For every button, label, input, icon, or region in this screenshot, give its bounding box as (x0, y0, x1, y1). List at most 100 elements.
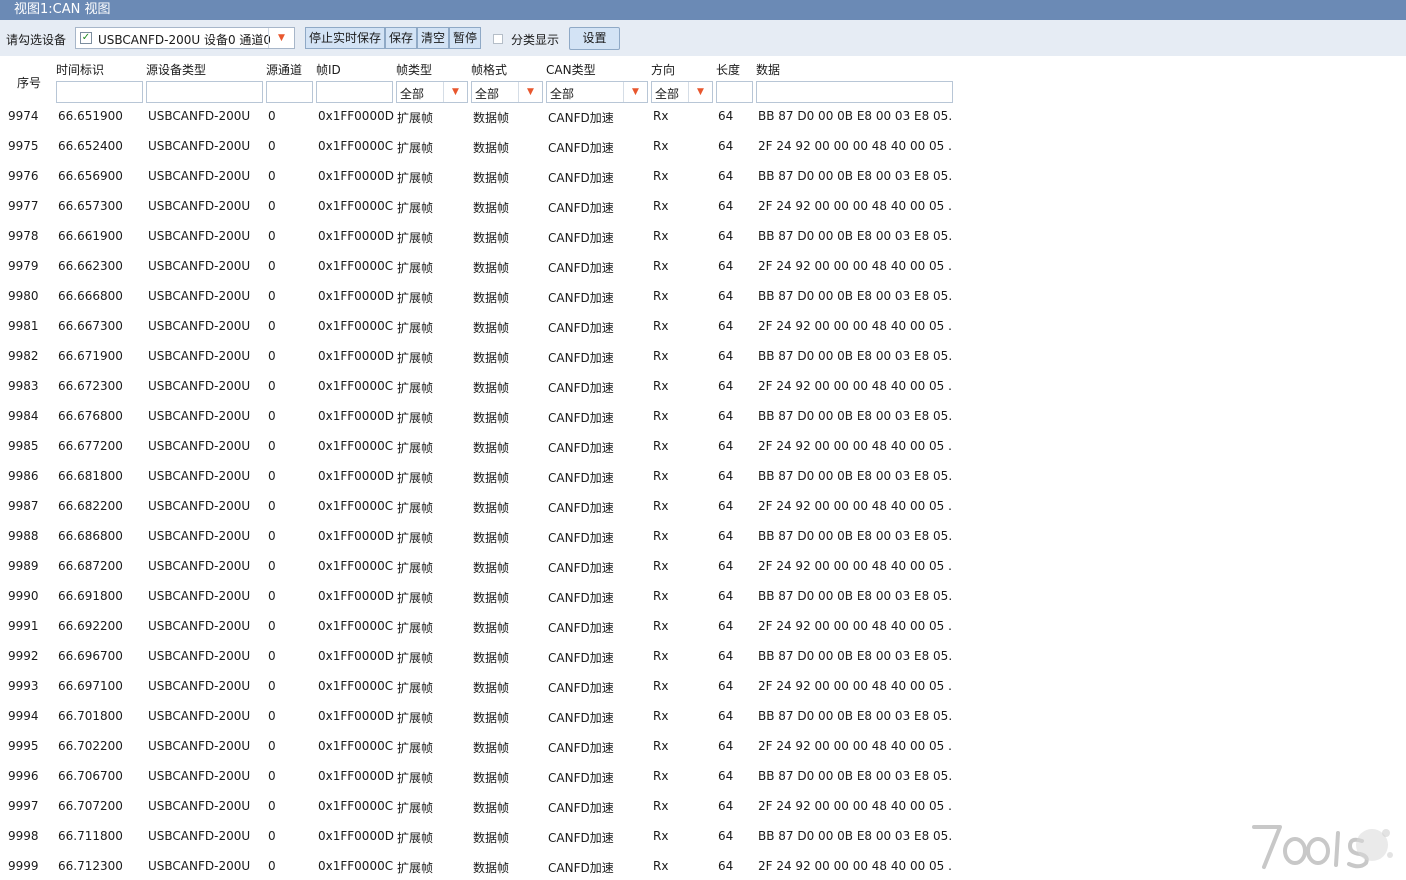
row-can-type: CANFD加速 (548, 471, 614, 485)
row-frame-type: 扩展帧 (397, 291, 434, 305)
row-direction: Rx (653, 409, 669, 423)
table-row[interactable]: 9993 66.697100 USBCANFD-200U 0 0x1FF0000C 扩展帧… (0, 673, 960, 703)
table-row[interactable]: 9989 66.687200 USBCANFD-200U 0 0x1FF0000C 扩展帧… (0, 553, 960, 583)
row-direction: Rx (653, 469, 669, 483)
filter-device-input[interactable] (146, 81, 263, 103)
table-row[interactable]: 9980 66.666800 USBCANFD-200U 0 0x1FF0000D 扩展帧… (0, 283, 960, 313)
row-frame-format: 数据帧 (473, 291, 510, 305)
row-length: 64 (718, 619, 734, 633)
table-row[interactable]: 9975 66.652400 USBCANFD-200U 0 0x1FF0000C 扩展帧… (0, 133, 960, 163)
chevron-down-icon[interactable]: ▼ (443, 82, 467, 102)
row-can-type: CANFD加速 (548, 861, 614, 875)
settings-button[interactable]: 设置 (569, 27, 620, 50)
column-header-frame-id[interactable]: 帧ID (316, 61, 341, 78)
row-can-type: CANFD加速 (548, 501, 614, 515)
row-frame-format: 数据帧 (473, 171, 510, 185)
chevron-down-icon[interactable]: ▼ (518, 82, 542, 102)
row-frame-format: 数据帧 (473, 801, 510, 815)
column-header-time[interactable]: 时间标识 (56, 61, 104, 78)
column-header-channel[interactable]: 源通道 (266, 61, 302, 78)
column-header-frame-type[interactable]: 帧类型 (396, 61, 432, 78)
row-direction: Rx (653, 769, 669, 783)
row-time: 66.676800 (58, 409, 123, 423)
row-can-type: CANFD加速 (548, 591, 614, 605)
column-header-frame-format[interactable]: 帧格式 (471, 61, 507, 78)
pause-button[interactable]: 暂停 (449, 27, 481, 49)
table-row[interactable]: 9987 66.682200 USBCANFD-200U 0 0x1FF0000C 扩展帧… (0, 493, 960, 523)
row-channel: 0 (268, 799, 276, 813)
row-frame-type: 扩展帧 (397, 591, 434, 605)
table-row[interactable]: 9974 66.651900 USBCANFD-200U 0 0x1FF0000D 扩展帧… (0, 103, 960, 133)
table-row[interactable]: 9983 66.672300 USBCANFD-200U 0 0x1FF0000C 扩展帧… (0, 373, 960, 403)
table-row[interactable]: 9984 66.676800 USBCANFD-200U 0 0x1FF0000D 扩展帧… (0, 403, 960, 433)
table-row[interactable]: 9990 66.691800 USBCANFD-200U 0 0x1FF0000D 扩展帧… (0, 583, 960, 613)
column-header-seq[interactable]: 序号 (17, 74, 41, 91)
table-row[interactable]: 9994 66.701800 USBCANFD-200U 0 0x1FF0000D 扩展帧… (0, 703, 960, 733)
table-row[interactable]: 9998 66.711800 USBCANFD-200U 0 0x1FF0000D 扩展帧… (0, 823, 960, 853)
filter-frame-id-input[interactable] (316, 81, 393, 103)
clear-button[interactable]: 清空 (417, 27, 449, 49)
row-channel: 0 (268, 499, 276, 513)
row-data: 2F 24 92 00 00 00 48 40 00 05 ... (758, 499, 952, 513)
filter-direction-dropdown[interactable]: 全部 ▼ (651, 81, 713, 103)
table-row[interactable]: 9995 66.702200 USBCANFD-200U 0 0x1FF0000C 扩展帧… (0, 733, 960, 763)
table-row[interactable]: 9992 66.696700 USBCANFD-200U 0 0x1FF0000D 扩展帧… (0, 643, 960, 673)
column-header-can-type[interactable]: CAN类型 (546, 61, 596, 78)
row-length: 64 (718, 559, 734, 573)
column-header-device[interactable]: 源设备类型 (146, 61, 206, 78)
device-dropdown[interactable]: ✓ USBCANFD-200U 设备0 通道0 ▼ (75, 27, 295, 49)
row-frame-type: 扩展帧 (397, 741, 434, 755)
table-row[interactable]: 9986 66.681800 USBCANFD-200U 0 0x1FF0000D 扩展帧… (0, 463, 960, 493)
table-row[interactable]: 9981 66.667300 USBCANFD-200U 0 0x1FF0000C 扩展帧… (0, 313, 960, 343)
row-device: USBCANFD-200U (148, 319, 251, 333)
can-frame-table[interactable]: 9974 66.651900 USBCANFD-200U 0 0x1FF0000D 扩展帧… (0, 103, 960, 880)
row-seq: 9977 (8, 199, 39, 213)
table-row[interactable]: 9988 66.686800 USBCANFD-200U 0 0x1FF0000D 扩展帧… (0, 523, 960, 553)
stop-realtime-save-button[interactable]: 停止实时保存 (305, 27, 385, 49)
table-row[interactable]: 9979 66.662300 USBCANFD-200U 0 0x1FF0000C 扩展帧… (0, 253, 960, 283)
chevron-down-icon[interactable]: ▼ (268, 28, 294, 48)
filter-frame-format-dropdown[interactable]: 全部 ▼ (471, 81, 543, 103)
row-direction: Rx (653, 169, 669, 183)
filter-time-input[interactable] (56, 81, 143, 103)
row-device: USBCANFD-200U (148, 589, 251, 603)
table-row[interactable]: 9982 66.671900 USBCANFD-200U 0 0x1FF0000D 扩展帧… (0, 343, 960, 373)
table-row[interactable]: 9996 66.706700 USBCANFD-200U 0 0x1FF0000D 扩展帧… (0, 763, 960, 793)
row-seq: 9985 (8, 439, 39, 453)
row-seq: 9987 (8, 499, 39, 513)
row-seq: 9986 (8, 469, 39, 483)
row-device: USBCANFD-200U (148, 829, 251, 843)
row-device: USBCANFD-200U (148, 859, 251, 873)
row-device: USBCANFD-200U (148, 439, 251, 453)
row-time: 66.701800 (58, 709, 123, 723)
table-row[interactable]: 9985 66.677200 USBCANFD-200U 0 0x1FF0000C 扩展帧… (0, 433, 960, 463)
device-checkbox[interactable]: ✓ (80, 32, 92, 44)
row-frame-id: 0x1FF0000D (318, 829, 394, 843)
filter-data-input[interactable] (756, 81, 953, 103)
column-header-direction[interactable]: 方向 (651, 61, 675, 78)
chevron-down-icon[interactable]: ▼ (688, 82, 712, 102)
table-row[interactable]: 9977 66.657300 USBCANFD-200U 0 0x1FF0000C 扩展帧… (0, 193, 960, 223)
column-header-length[interactable]: 长度 (716, 61, 740, 78)
column-header-data[interactable]: 数据 (756, 61, 780, 78)
filter-length-input[interactable] (716, 81, 753, 103)
row-device: USBCANFD-200U (148, 349, 251, 363)
table-row[interactable]: 9978 66.661900 USBCANFD-200U 0 0x1FF0000D 扩展帧… (0, 223, 960, 253)
table-row[interactable]: 9976 66.656900 USBCANFD-200U 0 0x1FF0000D 扩展帧… (0, 163, 960, 193)
save-button[interactable]: 保存 (385, 27, 417, 49)
filter-frame-type-dropdown[interactable]: 全部 ▼ (396, 81, 468, 103)
table-row[interactable]: 9999 66.712300 USBCANFD-200U 0 0x1FF0000C 扩展帧… (0, 853, 960, 880)
classify-display-checkbox[interactable] (493, 34, 503, 44)
chevron-down-icon[interactable]: ▼ (623, 82, 647, 102)
view-title-bar: 视图1:CAN 视图 (0, 0, 1406, 20)
table-row[interactable]: 9997 66.707200 USBCANFD-200U 0 0x1FF0000C 扩展帧… (0, 793, 960, 823)
row-data: BB 87 D0 00 0B E8 00 03 E8 05... (758, 589, 952, 603)
table-row[interactable]: 9991 66.692200 USBCANFD-200U 0 0x1FF0000C 扩展帧… (0, 613, 960, 643)
row-channel: 0 (268, 439, 276, 453)
filter-channel-input[interactable] (266, 81, 313, 103)
row-frame-type: 扩展帧 (397, 471, 434, 485)
row-data: BB 87 D0 00 0B E8 00 03 E8 05... (758, 409, 952, 423)
filter-can-type-dropdown[interactable]: 全部 ▼ (546, 81, 648, 103)
row-channel: 0 (268, 409, 276, 423)
row-length: 64 (718, 589, 734, 603)
